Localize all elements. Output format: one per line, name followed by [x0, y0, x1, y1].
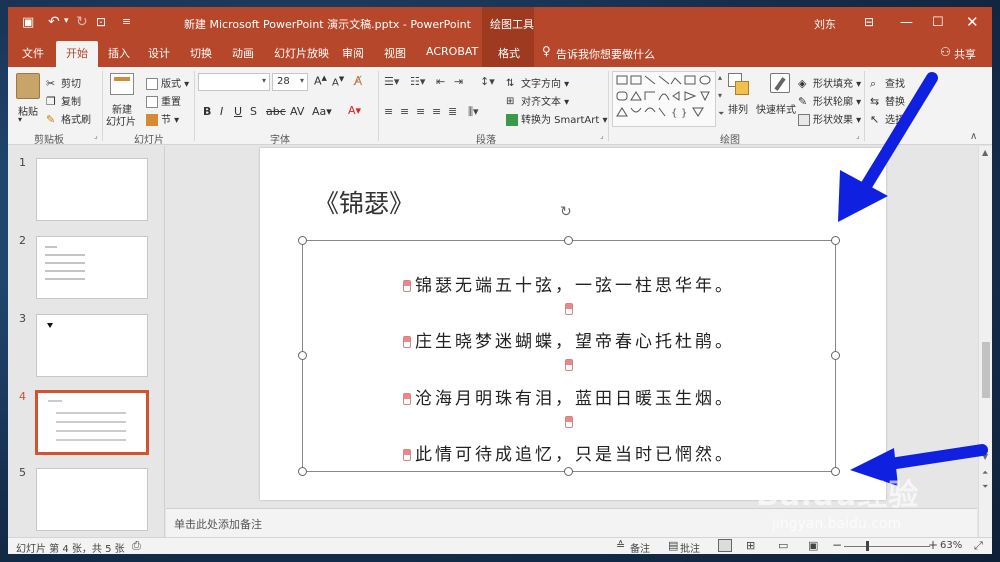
- watermark-url: jingyan.baidu.com: [772, 516, 901, 532]
- arrow-top-right: [838, 72, 938, 222]
- watermark-logo-text: Baidu经验: [756, 478, 920, 513]
- watermark-url-text: jingyan.baidu.com: [772, 516, 902, 532]
- watermark-logo: Baidu经验: [756, 470, 919, 514]
